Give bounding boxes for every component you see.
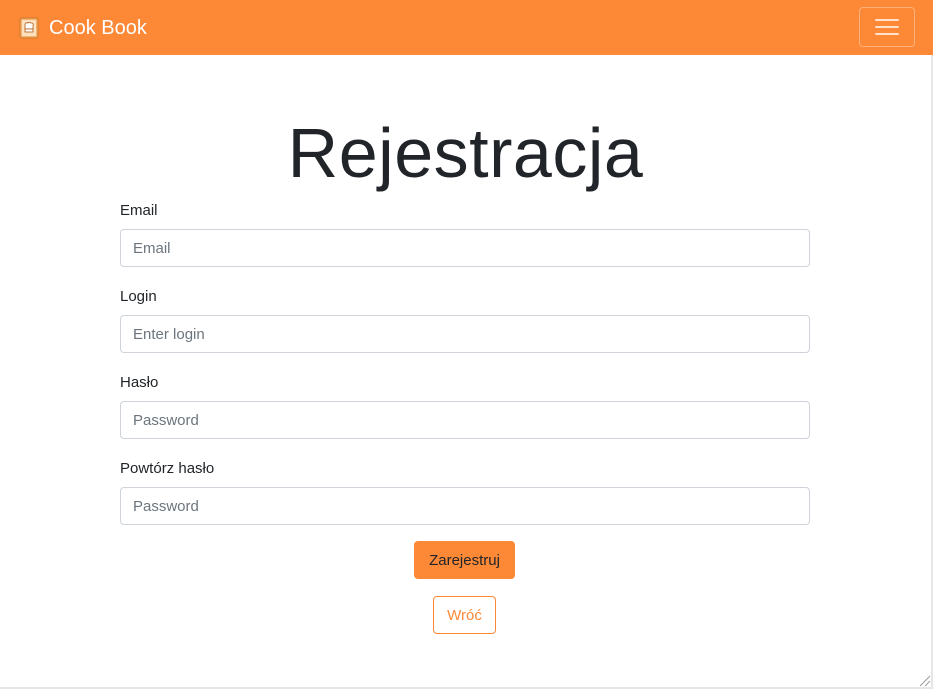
cookbook-icon: [19, 17, 39, 39]
back-button[interactable]: Wróć: [433, 596, 496, 634]
navbar-toggler-button[interactable]: [859, 7, 915, 47]
page-title: Rejestracja: [287, 114, 644, 192]
brand-link[interactable]: Cook Book: [19, 16, 147, 40]
password-repeat-label: Powtórz hasło: [120, 460, 215, 477]
password-field[interactable]: [120, 401, 810, 439]
login-label: Login: [120, 288, 157, 305]
email-label: Email: [120, 202, 158, 219]
password-label: Hasło: [120, 374, 159, 391]
resize-grip-icon[interactable]: [917, 673, 931, 687]
login-field[interactable]: [120, 315, 810, 353]
email-field[interactable]: [120, 229, 810, 267]
brand-text: Cook Book: [49, 17, 147, 39]
register-button[interactable]: Zarejestruj: [414, 541, 515, 579]
password-repeat-field[interactable]: [120, 487, 810, 525]
navbar: Cook Book: [0, 0, 933, 55]
hamburger-menu-icon: [875, 19, 899, 35]
